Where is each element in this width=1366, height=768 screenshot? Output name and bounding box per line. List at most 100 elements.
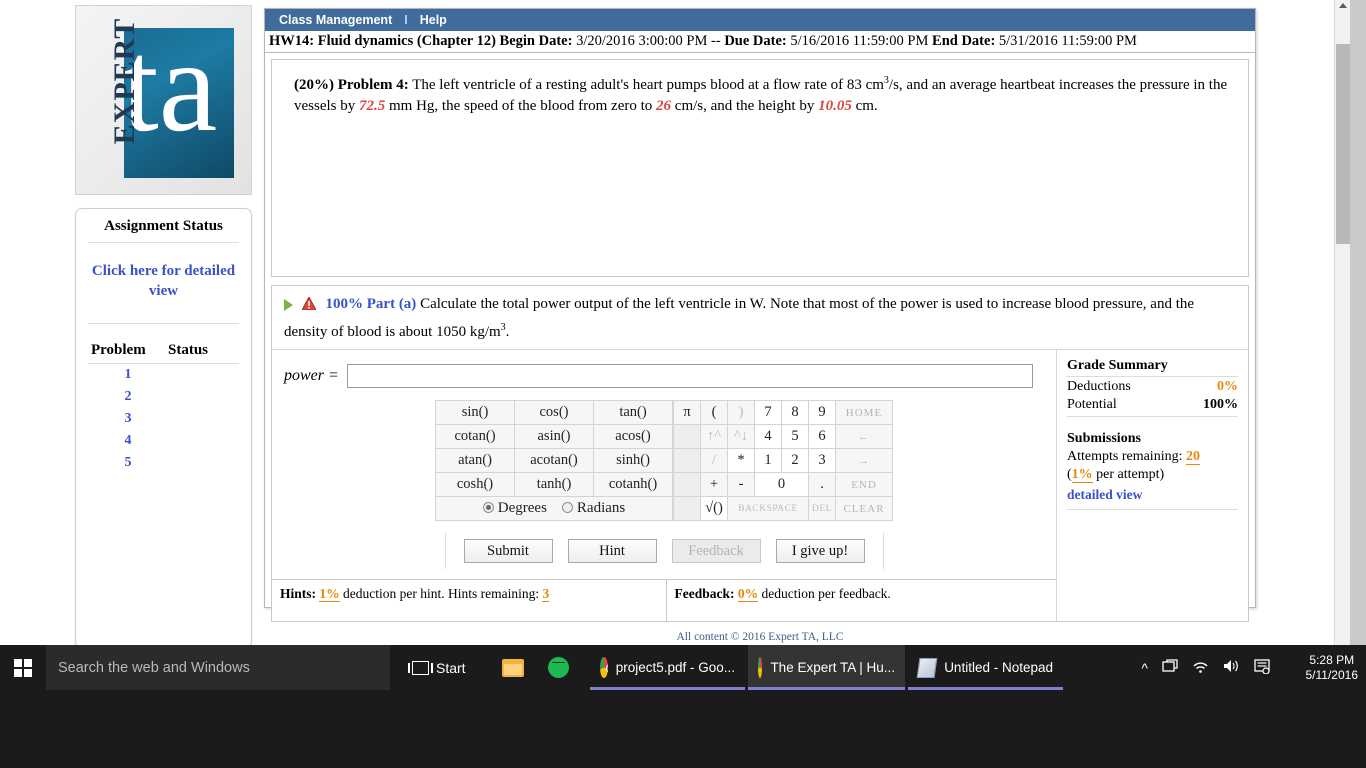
key-sqrt[interactable]: √() xyxy=(700,496,728,521)
sidebar-detailed-view-link[interactable]: Click here for detailed view xyxy=(88,261,239,301)
radio-radians-dot[interactable] xyxy=(561,502,573,513)
key-1[interactable]: 1 xyxy=(754,448,782,473)
key-superscript-down[interactable]: ^↓ xyxy=(727,424,755,449)
key-cotanh[interactable]: cotanh() xyxy=(593,472,673,497)
key-tanh[interactable]: tanh() xyxy=(514,472,594,497)
key-backspace[interactable]: BACKSPACE xyxy=(727,496,809,521)
wifi-icon[interactable] xyxy=(1192,660,1209,676)
onedrive-icon[interactable] xyxy=(1162,659,1178,676)
problem-link-1[interactable]: 1 xyxy=(125,367,132,382)
problem-status-1 xyxy=(168,367,238,383)
search-input[interactable]: Search the web and Windows xyxy=(46,645,390,690)
scrollbar-thumb[interactable] xyxy=(1336,44,1350,244)
taskbar-clock[interactable]: 5:28 PM 5/11/2016 xyxy=(1306,645,1359,690)
problem-row[interactable]: 4 xyxy=(88,430,239,452)
taskbar-file-explorer[interactable] xyxy=(492,645,534,690)
key-acos[interactable]: acos() xyxy=(593,424,673,449)
taskbar-app-expert-ta[interactable]: The Expert TA | Hu... xyxy=(748,645,905,690)
key-sinh[interactable]: sinh() xyxy=(593,448,673,473)
vertical-scrollbar[interactable] xyxy=(1334,0,1350,645)
show-hidden-icons-icon[interactable]: ^ xyxy=(1141,660,1148,676)
key-asin[interactable]: asin() xyxy=(514,424,594,449)
key-home[interactable]: HOME xyxy=(835,400,893,425)
menu-class-management[interactable]: Class Management xyxy=(279,13,392,27)
key-superscript-up[interactable]: ↑^ xyxy=(700,424,728,449)
key-pi[interactable]: π xyxy=(673,400,701,425)
key-acotan[interactable]: acotan() xyxy=(514,448,594,473)
key-minus[interactable]: - xyxy=(727,472,755,497)
submit-button[interactable]: Submit xyxy=(463,539,553,563)
problem-row[interactable]: 2 xyxy=(88,386,239,408)
problem-link-4[interactable]: 4 xyxy=(125,433,132,448)
key-blank-1 xyxy=(673,424,701,449)
part-text-c: . xyxy=(505,324,510,340)
feedback-label: Feedback: xyxy=(674,586,735,601)
key-2[interactable]: 2 xyxy=(781,448,809,473)
key-del[interactable]: DEL xyxy=(808,496,836,521)
windows-logo-icon xyxy=(14,658,32,677)
radio-radians[interactable]: Radians xyxy=(561,500,626,516)
key-sin[interactable]: sin() xyxy=(435,400,515,425)
key-5[interactable]: 5 xyxy=(781,424,809,449)
key-arrow-left[interactable]: ← xyxy=(835,424,893,449)
hints-info: Hints: 1% deduction per hint. Hints rema… xyxy=(272,580,667,621)
key-plus[interactable]: + xyxy=(700,472,728,497)
key-tan[interactable]: tan() xyxy=(593,400,673,425)
action-buttons: Submit Hint Feedback I give up! xyxy=(444,533,884,569)
key-atan[interactable]: atan() xyxy=(435,448,515,473)
problem-link-2[interactable]: 2 xyxy=(125,389,132,404)
start-menu-label[interactable]: Start xyxy=(436,645,466,690)
problem-row[interactable]: 1 xyxy=(88,364,239,386)
key-paren-open[interactable]: ( xyxy=(700,400,728,425)
answer-input[interactable] xyxy=(346,364,1033,388)
radio-degrees-dot[interactable] xyxy=(482,502,494,513)
grade-detailed-view-link[interactable]: detailed view xyxy=(1067,485,1142,505)
key-clear[interactable]: CLEAR xyxy=(835,496,893,521)
radio-radians-label: Radians xyxy=(576,500,626,516)
menu-help[interactable]: Help xyxy=(420,13,447,27)
problem-row[interactable]: 3 xyxy=(88,408,239,430)
taskbar-spotify[interactable] xyxy=(538,645,579,690)
assignment-title: HW14: Fluid dynamics (Chapter 12) xyxy=(269,33,496,49)
key-4[interactable]: 4 xyxy=(754,424,782,449)
scroll-up-arrow-icon[interactable] xyxy=(1339,3,1347,8)
key-6[interactable]: 6 xyxy=(808,424,836,449)
key-9[interactable]: 9 xyxy=(808,400,836,425)
key-end[interactable]: END xyxy=(835,472,893,497)
per-attempt-pct: 1% xyxy=(1071,467,1093,483)
key-0[interactable]: 0 xyxy=(754,472,809,497)
key-cos[interactable]: cos() xyxy=(514,400,594,425)
expand-triangle-icon[interactable] xyxy=(284,298,293,311)
key-divide[interactable]: / xyxy=(700,448,728,473)
taskbar-app-notepad[interactable]: Untitled - Notepad xyxy=(908,645,1063,690)
problem-weight: (20%) xyxy=(294,77,334,93)
radio-degrees[interactable]: Degrees xyxy=(482,500,551,516)
key-8[interactable]: 8 xyxy=(781,400,809,425)
give-up-button[interactable]: I give up! xyxy=(775,539,865,563)
action-center-icon[interactable] xyxy=(1254,658,1270,677)
key-cosh[interactable]: cosh() xyxy=(435,472,515,497)
value-speed: 26 xyxy=(656,98,672,114)
keypad-row: π ( ) 7 8 9 HOME xyxy=(673,400,893,425)
per-attempt-row: (1% per attempt) xyxy=(1067,465,1238,483)
key-multiply[interactable]: * xyxy=(727,448,755,473)
key-paren-close[interactable]: ) xyxy=(727,400,755,425)
key-7[interactable]: 7 xyxy=(754,400,782,425)
volume-icon[interactable] xyxy=(1223,659,1240,676)
problem-link-3[interactable]: 3 xyxy=(125,411,132,426)
hints-text: deduction per hint. Hints remaining: xyxy=(343,586,540,601)
hints-deduction-pct: 1% xyxy=(319,586,340,602)
key-arrow-right[interactable]: → xyxy=(835,448,893,473)
key-decimal[interactable]: . xyxy=(808,472,836,497)
start-button[interactable] xyxy=(0,645,46,690)
taskbar-app-chrome-pdf[interactable]: project5.pdf - Goo... xyxy=(590,645,745,690)
problem-link-5[interactable]: 5 xyxy=(125,455,132,470)
problem-row[interactable]: 5 xyxy=(88,452,239,474)
hint-button[interactable]: Hint xyxy=(567,539,657,563)
problem-line1a: The left ventricle of a resting adult's … xyxy=(412,77,884,93)
key-3[interactable]: 3 xyxy=(808,448,836,473)
detailed-view-link-wrap: Click here for detailed view xyxy=(88,243,239,324)
grade-detailed-view-row: detailed view xyxy=(1067,483,1238,505)
key-cotan[interactable]: cotan() xyxy=(435,424,515,449)
feedback-button[interactable]: Feedback xyxy=(671,539,761,563)
